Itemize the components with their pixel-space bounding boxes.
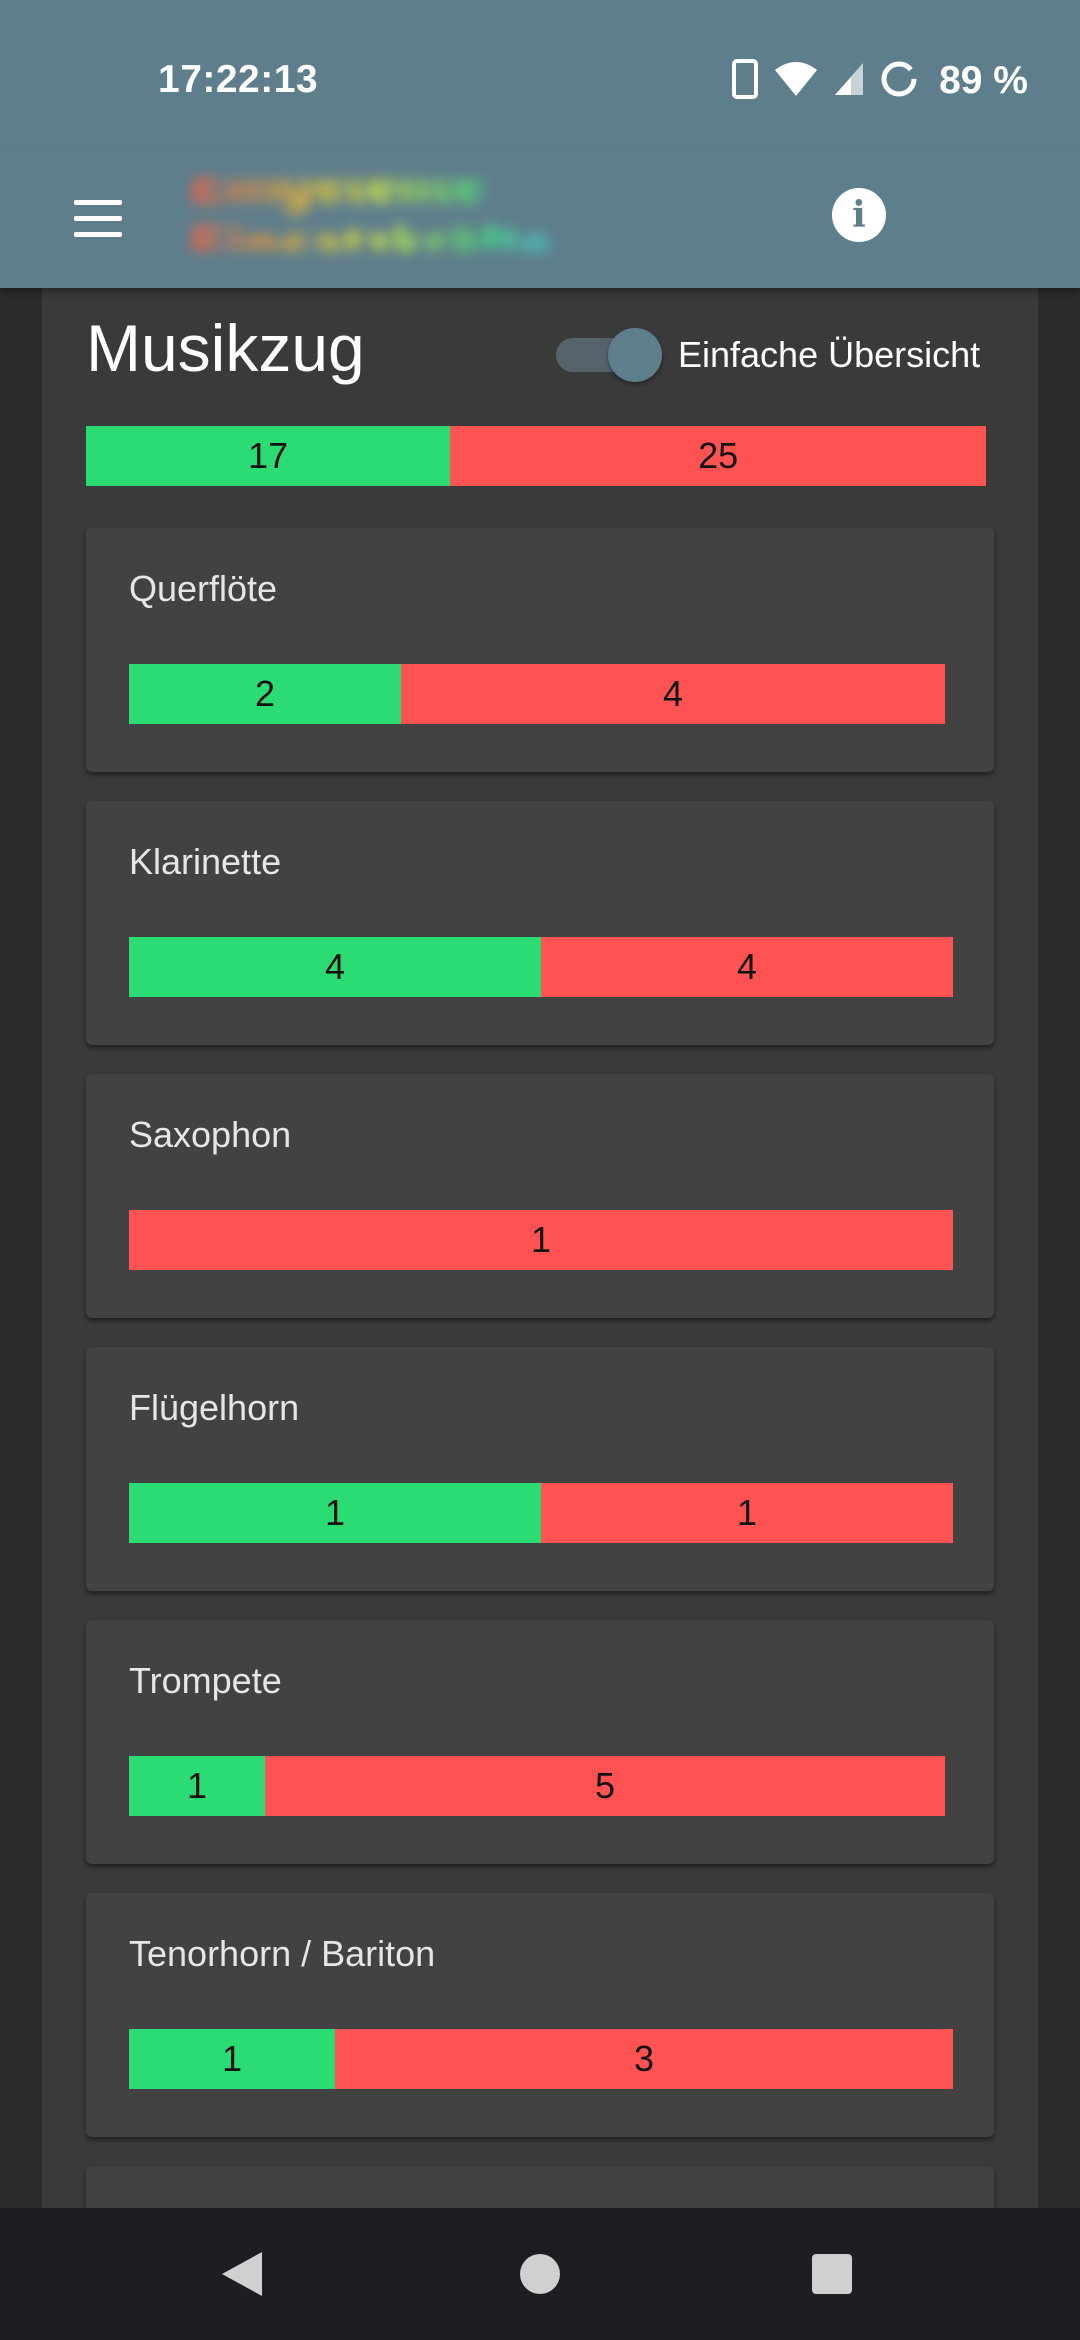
total-availability-bar: 17 25 (86, 426, 986, 486)
instrument-name: Flügelhorn (129, 1387, 300, 1428)
battery-level: 89 % (939, 59, 1028, 102)
absent-segment: 1 (541, 1483, 953, 1543)
instrument-availability-bar: 0 1 (129, 1210, 953, 1270)
recent-apps-icon[interactable] (812, 2254, 852, 2294)
status-icons: 89 % (731, 58, 1028, 104)
wifi-icon (773, 60, 819, 103)
home-icon[interactable] (520, 2254, 560, 2294)
absent-segment: 1 (129, 1210, 953, 1270)
instrument-name: Trompete (129, 1660, 282, 1701)
toggle-thumb (608, 328, 662, 382)
instrument-availability-bar: 1 3 (129, 2029, 953, 2089)
instrument-name: Querflöte (129, 568, 278, 609)
instrument-card: Klarinette 4 4 (86, 801, 994, 1045)
present-segment: 4 (129, 937, 541, 997)
status-bar: 17:22:13 89 % (0, 0, 1080, 150)
back-icon[interactable] (222, 2252, 262, 2296)
cell-signal-icon (833, 61, 865, 102)
instrument-availability-bar: 1 5 (129, 1756, 945, 1816)
instrument-availability-bar: 2 4 (129, 664, 945, 724)
absent-segment: 4 (541, 937, 953, 997)
status-time: 17:22:13 (158, 58, 319, 101)
present-segment: 1 (129, 2029, 335, 2089)
toggle-label[interactable]: Einfache Übersicht (678, 334, 980, 376)
instrument-card: Querflöte 2 4 (86, 528, 994, 772)
instrument-name: Klarinette (129, 841, 282, 882)
instrument-name: Saxophon (129, 1114, 292, 1155)
instrument-card: Trompete 1 5 (86, 1620, 994, 1864)
menu-button[interactable] (70, 196, 126, 242)
total-present-segment: 17 (86, 426, 451, 486)
instrument-card: Saxophon 0 1 (86, 1074, 994, 1318)
absent-segment: 5 (265, 1756, 945, 1816)
present-segment: 1 (129, 1756, 265, 1816)
app-bar: Eingeteilte Einsatzkräfte (0, 150, 1080, 288)
present-segment: 1 (129, 1483, 541, 1543)
hamburger-icon-line (74, 232, 122, 237)
instrument-availability-bar: 1 1 (129, 1483, 953, 1543)
section-title: Musikzug (86, 311, 365, 385)
hamburger-icon-line (74, 216, 122, 221)
instrument-availability-bar: 4 4 (129, 937, 953, 997)
instrument-card: Tenorhorn / Bariton 1 3 (86, 1893, 994, 2137)
battery-saver-icon (879, 59, 919, 104)
simple-overview-toggle[interactable] (556, 326, 662, 382)
total-absent-segment: 25 (450, 426, 986, 486)
absent-segment: 4 (401, 664, 945, 724)
info-icon[interactable]: i (832, 188, 886, 242)
hamburger-icon-line (74, 200, 122, 205)
absent-segment: 3 (335, 2029, 953, 2089)
phone-icon (731, 58, 759, 104)
present-segment: 2 (129, 664, 401, 724)
app-title: Eingeteilte Einsatzkräfte (190, 154, 770, 276)
instrument-card: Flügelhorn 1 1 (86, 1347, 994, 1591)
instrument-name: Tenorhorn / Bariton (129, 1933, 436, 1974)
system-nav-bar (0, 2208, 1080, 2340)
